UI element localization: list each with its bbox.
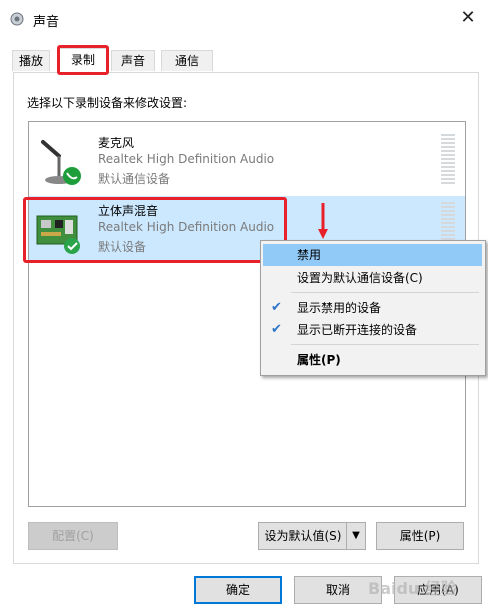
- configure-button[interactable]: 配置(C): [28, 522, 118, 550]
- window-title: 声音: [33, 15, 60, 30]
- device-status: 默认设备: [98, 240, 147, 254]
- context-menu: 禁用 设置为默认通信设备(C) ✔ 显示禁用的设备 ✔ 显示已断开连接的设备 属…: [260, 240, 486, 376]
- properties-button[interactable]: 属性(P): [376, 522, 464, 550]
- tab-playback[interactable]: 播放: [12, 50, 50, 71]
- watermark: Baidu 经验: [368, 579, 457, 598]
- microphone-icon: [41, 140, 81, 185]
- menu-item-properties[interactable]: 属性(P): [263, 349, 482, 371]
- chevron-down-icon[interactable]: ▼: [346, 523, 365, 549]
- menu-item-label: 显示已断开连接的设备: [297, 323, 418, 337]
- device-name: 麦克风: [98, 136, 135, 150]
- tab-recording[interactable]: 录制: [58, 48, 108, 73]
- menu-item-label: 设置为默认通信设备(C): [297, 271, 423, 285]
- set-default-label: 设为默认值(S): [264, 529, 342, 543]
- check-icon: ✔: [271, 300, 282, 315]
- speaker-icon: [10, 12, 24, 26]
- arrow-down-icon: [318, 203, 328, 239]
- instruction-text: 选择以下录制设备来修改设置:: [27, 96, 188, 110]
- title-bar: 声音 ✕: [0, 0, 488, 36]
- device-driver: Realtek High Definition Audio: [98, 152, 275, 166]
- ok-button[interactable]: 确定: [194, 576, 282, 604]
- menu-separator: [291, 344, 479, 345]
- menu-item-show-disabled[interactable]: ✔ 显示禁用的设备: [263, 297, 482, 319]
- menu-item-label: 属性(P): [297, 353, 341, 367]
- set-default-button[interactable]: 设为默认值(S) ▼: [258, 522, 366, 550]
- menu-separator: [291, 292, 479, 293]
- menu-item-disable[interactable]: 禁用: [263, 244, 482, 266]
- close-button[interactable]: ✕: [448, 0, 488, 36]
- tab-sounds[interactable]: 声音: [111, 50, 155, 71]
- menu-item-label: 显示禁用的设备: [297, 301, 382, 315]
- menu-item-set-default-comm[interactable]: 设置为默认通信设备(C): [263, 267, 482, 289]
- device-status: 默认通信设备: [98, 172, 171, 186]
- menu-item-label: 禁用: [297, 248, 322, 262]
- level-meter: [441, 134, 455, 186]
- menu-item-show-disconnected[interactable]: ✔ 显示已断开连接的设备: [263, 319, 482, 341]
- sound-card-icon: [36, 215, 80, 254]
- check-icon: ✔: [271, 322, 282, 337]
- list-item-microphone[interactable]: 麦克风 Realtek High Definition Audio 默认通信设备: [29, 128, 465, 194]
- device-driver: Realtek High Definition Audio: [98, 220, 275, 234]
- tab-communications[interactable]: 通信: [161, 50, 213, 71]
- device-name: 立体声混音: [98, 204, 159, 218]
